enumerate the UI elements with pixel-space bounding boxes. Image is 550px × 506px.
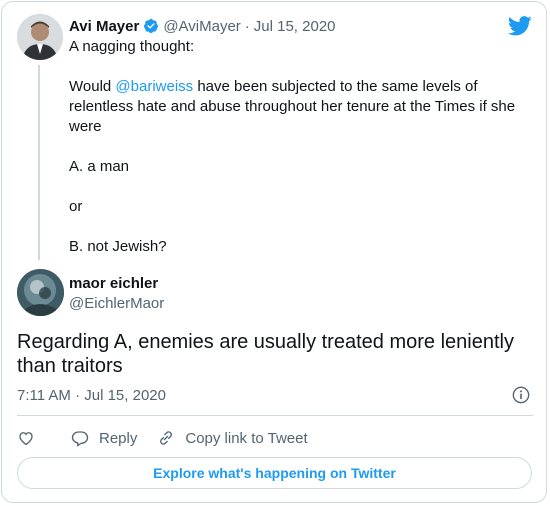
action-bar: Reply Copy link to Tweet [17, 428, 328, 448]
tweet-timestamp[interactable]: 7:11 AM · Jul 15, 2020 [17, 387, 166, 404]
reply-label: Reply [99, 429, 138, 447]
author-name[interactable]: Avi Mayer [69, 18, 139, 35]
reply-button[interactable]: Reply [71, 429, 137, 447]
reply-tweet-text: Regarding A, enemies are usually treated… [17, 331, 514, 377]
like-heart-icon [19, 432, 33, 446]
tweet-date[interactable]: Jul 15, 2020 [254, 18, 336, 35]
copy-link-label: Copy link to Tweet [185, 429, 308, 447]
thread-connector-line [38, 65, 40, 260]
or-text: or [69, 198, 83, 215]
quoted-line-1: A nagging thought: [69, 38, 195, 55]
option-a: A. a man [69, 158, 130, 175]
quoted-tweet-header: Avi Mayer @AviMayer · Jul 15, 2020 [69, 16, 336, 36]
twitter-bird-icon[interactable] [508, 16, 532, 36]
quoted-line-2-prefix: Would [69, 78, 116, 95]
copy-link-button[interactable]: Copy link to Tweet [157, 429, 308, 447]
like-button[interactable] [17, 429, 45, 447]
verified-badge-icon [144, 19, 159, 33]
info-icon[interactable] [512, 386, 530, 404]
reply-author-handle[interactable]: @EichlerMaor [69, 295, 164, 312]
avatar-avi-mayer[interactable] [17, 14, 63, 60]
separator-dot: · [244, 17, 250, 35]
reply-icon [71, 431, 89, 447]
copy-link-icon [160, 431, 173, 445]
quoted-tweet-text: A nagging thought: Would @bariweiss have… [69, 37, 529, 257]
reply-author-name[interactable]: maor eichler [69, 275, 158, 292]
explore-twitter-button[interactable]: Explore what's happening on Twitter [17, 457, 532, 489]
author-handle[interactable]: @AviMayer [163, 18, 240, 35]
option-b: B. not Jewish? [69, 238, 167, 255]
avatar-maor-eichler[interactable] [17, 269, 64, 316]
quoted-line-2: Would @bariweiss have been subjected to … [69, 77, 529, 137]
divider [17, 415, 533, 416]
mention-link[interactable]: @bariweiss [115, 78, 193, 95]
